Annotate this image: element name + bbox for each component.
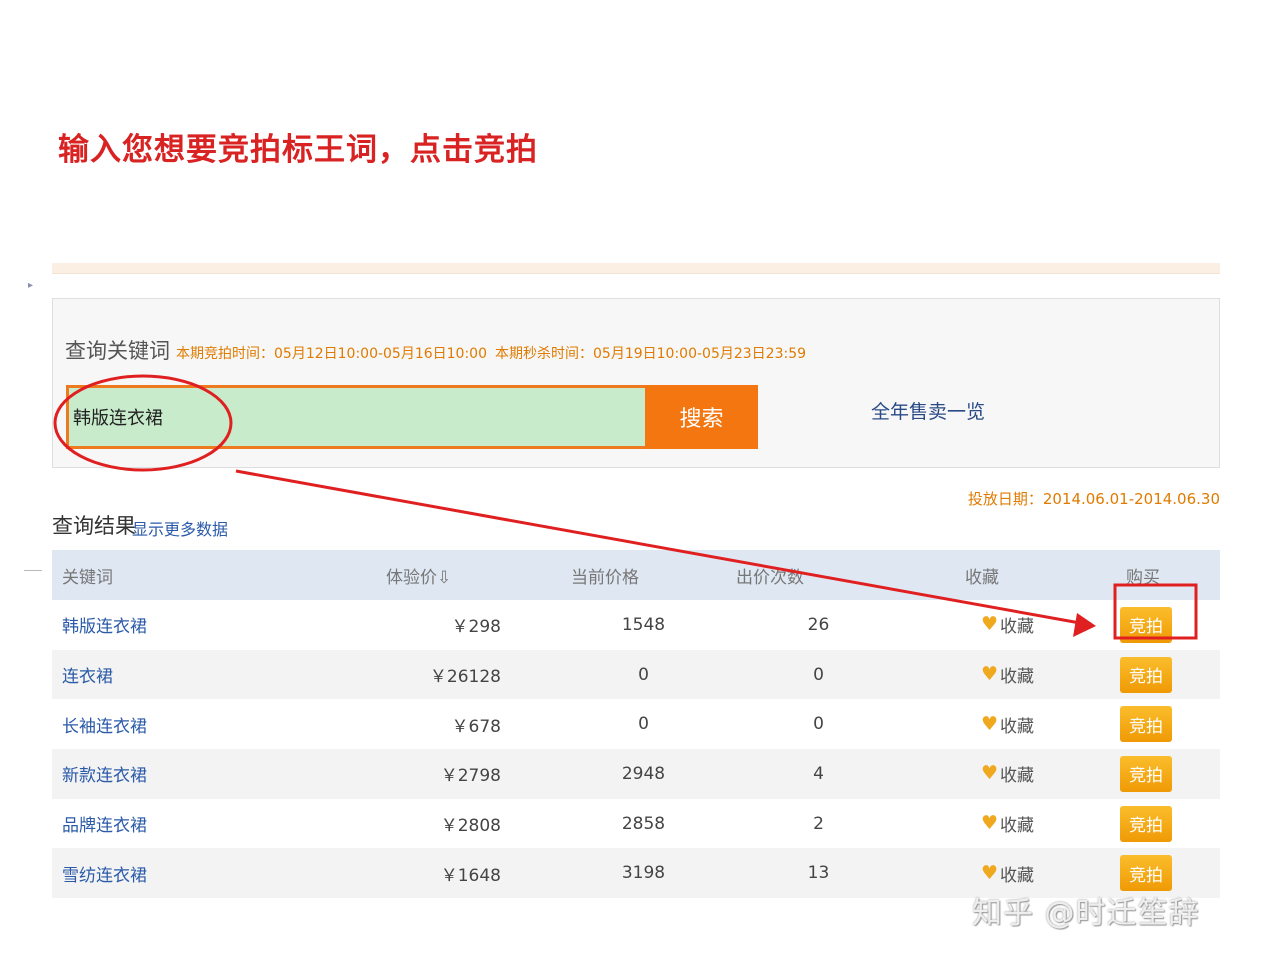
favorite-label: 收藏	[1000, 712, 1034, 737]
row-current-price: 2948	[561, 749, 726, 799]
header-current-price: 当前价格	[561, 550, 726, 600]
header-bid-count: 出价次数	[726, 550, 911, 600]
favorite-button[interactable]: ♥收藏	[981, 861, 1034, 886]
row-current-price: 0	[561, 699, 726, 749]
favorite-button[interactable]: ♥收藏	[981, 662, 1034, 687]
row-experience-price: ￥678	[376, 699, 561, 749]
favorite-button[interactable]: ♥收藏	[981, 811, 1034, 836]
row-current-price: 2858	[561, 799, 726, 849]
left-divider	[24, 570, 42, 571]
heart-icon: ♥	[981, 615, 998, 634]
header-experience-price[interactable]: 体验价⇩	[376, 550, 561, 600]
row-current-price: 1548	[561, 600, 726, 650]
table-row: 品牌连衣裙 ￥2808 2858 2 ♥收藏 竞拍	[52, 799, 1220, 849]
small-triangle-icon: ▸	[28, 280, 33, 291]
bid-button[interactable]: 竞拍	[1120, 657, 1172, 693]
row-experience-price: ￥26128	[376, 650, 561, 700]
top-strip	[52, 263, 1220, 274]
favorite-button[interactable]: ♥收藏	[981, 612, 1034, 637]
row-experience-price: ￥2798	[376, 749, 561, 799]
heart-icon: ♥	[981, 665, 998, 684]
table-row: 连衣裙 ￥26128 0 0 ♥收藏 竞拍	[52, 650, 1220, 700]
results-title: 查询结果	[52, 510, 136, 540]
year-sales-overview-link[interactable]: 全年售卖一览	[871, 397, 985, 424]
row-bid-count: 0	[726, 650, 911, 700]
keyword-search-input[interactable]	[66, 385, 649, 449]
heart-icon: ♥	[981, 715, 998, 734]
favorite-label: 收藏	[1000, 612, 1034, 637]
show-more-data-link[interactable]: 显示更多数据	[132, 516, 228, 540]
row-current-price: 0	[561, 650, 726, 700]
instruction-heading: 输入您想要竞拍标王词，点击竞拍	[58, 124, 538, 169]
bid-button[interactable]: 竞拍	[1120, 855, 1172, 891]
search-panel-header: 查询关键词 本期竞拍时间：05月12日10:00-05月16日10:00 本期秒…	[65, 335, 806, 365]
row-keyword-link[interactable]: 品牌连衣裙	[62, 816, 147, 836]
row-experience-price: ￥2808	[376, 799, 561, 849]
flash-time-text: 本期秒杀时间：05月19日10:00-05月23日23:59	[495, 343, 806, 363]
row-bid-count: 13	[726, 848, 911, 898]
heart-icon: ♥	[981, 764, 998, 783]
header-favorite: 收藏	[911, 550, 1104, 600]
favorite-button[interactable]: ♥收藏	[981, 712, 1034, 737]
table-row: 新款连衣裙 ￥2798 2948 4 ♥收藏 竞拍	[52, 749, 1220, 799]
heart-icon: ♥	[981, 814, 998, 833]
row-bid-count: 4	[726, 749, 911, 799]
row-keyword-link[interactable]: 连衣裙	[62, 667, 113, 687]
row-experience-price: ￥1648	[376, 848, 561, 898]
auction-time-text: 本期竞拍时间：05月12日10:00-05月16日10:00	[176, 343, 487, 363]
favorite-button[interactable]: ♥收藏	[981, 761, 1034, 786]
table-row: 长袖连衣裙 ￥678 0 0 ♥收藏 竞拍	[52, 699, 1220, 749]
heart-icon: ♥	[981, 864, 998, 883]
row-bid-count: 2	[726, 799, 911, 849]
row-current-price: 3198	[561, 848, 726, 898]
table-row: 韩版连衣裙 ￥298 1548 26 ♥收藏 竞拍	[52, 600, 1220, 650]
favorite-label: 收藏	[1000, 662, 1034, 687]
row-bid-count: 0	[726, 699, 911, 749]
row-keyword-link[interactable]: 韩版连衣裙	[62, 617, 147, 637]
row-experience-price: ￥298	[376, 600, 561, 650]
keyword-search-panel: 查询关键词 本期竞拍时间：05月12日10:00-05月16日10:00 本期秒…	[52, 298, 1220, 468]
row-bid-count: 26	[726, 600, 911, 650]
search-panel-title: 查询关键词	[65, 335, 170, 365]
favorite-label: 收藏	[1000, 811, 1034, 836]
row-keyword-link[interactable]: 雪纺连衣裙	[62, 866, 147, 886]
delivery-date-range: 投放日期：2014.06.01-2014.06.30	[968, 488, 1220, 509]
row-keyword-link[interactable]: 长袖连衣裙	[62, 717, 147, 737]
bid-button[interactable]: 竞拍	[1120, 706, 1172, 742]
bid-button[interactable]: 竞拍	[1120, 806, 1172, 842]
bid-button[interactable]: 竞拍	[1120, 756, 1172, 792]
header-keyword: 关键词	[52, 550, 376, 600]
watermark: 知乎 @时迁笙辞	[972, 888, 1200, 932]
results-table: 关键词 体验价⇩ 当前价格 出价次数 收藏 购买 韩版连衣裙 ￥298 1548…	[52, 550, 1220, 898]
search-button[interactable]: 搜索	[645, 385, 758, 449]
bid-button[interactable]: 竞拍	[1120, 607, 1172, 643]
row-keyword-link[interactable]: 新款连衣裙	[62, 766, 147, 786]
table-header-row: 关键词 体验价⇩ 当前价格 出价次数 收藏 购买	[52, 550, 1220, 600]
header-buy: 购买	[1104, 550, 1220, 600]
favorite-label: 收藏	[1000, 761, 1034, 786]
favorite-label: 收藏	[1000, 861, 1034, 886]
